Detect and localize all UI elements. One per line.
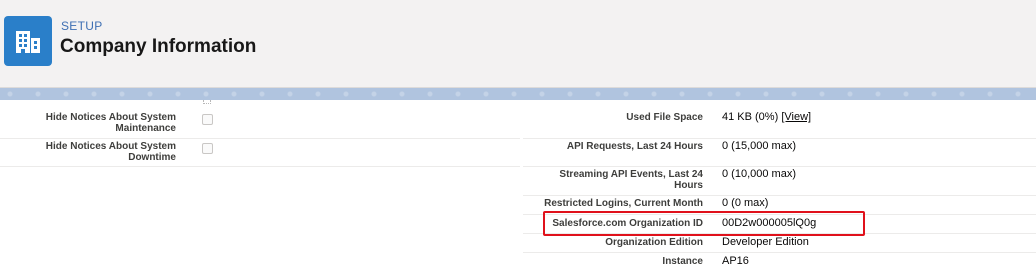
file-space-value: 41 KB (0%) [722,111,779,123]
right-row-edition: Organization Edition Developer Edition [523,234,1036,253]
field-value: 41 KB (0%) [View] [722,111,811,124]
company-info-detail: Hide Notices About System Maintenance Hi… [0,100,1036,266]
field-label: API Requests, Last 24 Hours [566,141,703,152]
field-label: Instance [662,256,703,266]
field-label: Streaming API Events, Last 24 Hours [559,169,703,191]
page-header: SETUP Company Information [0,0,1036,88]
company-app-icon [4,16,52,66]
field-value: AP16 [722,255,749,266]
field-value: 0 (15,000 max) [722,140,796,152]
field-label: Hide Notices About System Downtime [45,141,176,163]
decorative-band [0,88,1036,100]
left-row-downtime: Hide Notices About System Downtime [0,139,520,167]
hide-maintenance-checkbox[interactable] [202,114,213,125]
right-row-instance: Instance AP16 [523,253,1036,266]
org-id-highlight-box [543,211,865,236]
building-icon [16,31,40,53]
right-row-api-requests: API Requests, Last 24 Hours 0 (15,000 ma… [523,139,1036,167]
left-row-maintenance: Hide Notices About System Maintenance [0,110,520,139]
page-title: Company Information [60,36,257,57]
field-value: Developer Edition [722,236,809,248]
breadcrumb[interactable]: SETUP [61,19,103,33]
scroll-edge-checkbox [203,100,211,104]
field-value: 0 (10,000 max) [722,168,796,180]
field-value: 0 (0 max) [722,197,769,209]
field-label: Used File Space [626,112,703,123]
field-label: Hide Notices About System Maintenance [45,112,176,134]
view-file-space-link[interactable]: [View] [781,111,811,123]
field-label: Restricted Logins, Current Month [544,198,703,209]
hide-downtime-checkbox[interactable] [202,143,213,154]
right-row-streaming-api: Streaming API Events, Last 24 Hours 0 (1… [523,167,1036,196]
field-label: Organization Edition [605,237,703,248]
right-row-file-space: Used File Space 41 KB (0%) [View] [523,110,1036,139]
